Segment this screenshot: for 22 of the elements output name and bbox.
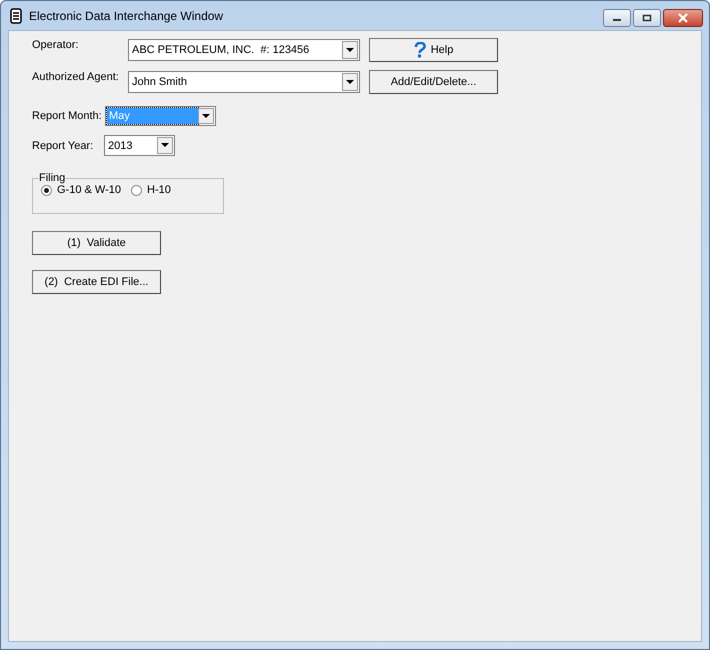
question-icon — [414, 42, 426, 58]
help-button[interactable]: Help — [369, 38, 498, 62]
add-edit-delete-button[interactable]: Add/Edit/Delete... — [369, 70, 498, 94]
document-icon — [10, 8, 22, 24]
minimize-button[interactable] — [603, 9, 631, 27]
filing-radio[interactable]: G-10 & W-10 — [41, 184, 121, 196]
action-button[interactable]: (2) Create EDI File... — [32, 270, 161, 294]
operator-dropdown[interactable]: ABC PETROLEUM, INC. #: 123456 — [128, 39, 360, 61]
agent-dropdown[interactable]: John Smith — [128, 71, 360, 93]
report-year-label: Report Year: — [32, 140, 94, 152]
filing-radio[interactable]: H-10 — [131, 184, 171, 196]
action-button[interactable]: (1) Validate — [32, 231, 161, 255]
close-button[interactable] — [663, 9, 703, 27]
report-year-dropdown[interactable]: 2013 — [104, 135, 175, 156]
operator-label: Operator: — [32, 39, 80, 51]
close-icon — [677, 13, 689, 23]
report-month-label: Report Month: — [32, 110, 103, 122]
agent-label: Authorized Agent: — [32, 71, 120, 83]
maximize-icon — [642, 14, 652, 22]
window-title: Electronic Data Interchange Window — [29, 8, 224, 22]
filing-title: Filing — [39, 172, 66, 184]
maximize-button[interactable] — [633, 9, 661, 27]
